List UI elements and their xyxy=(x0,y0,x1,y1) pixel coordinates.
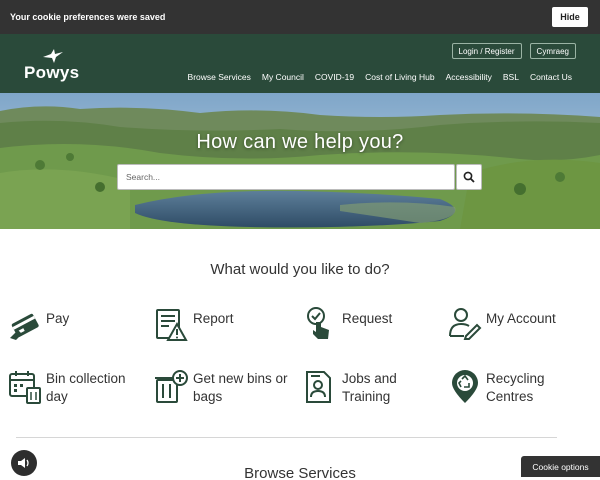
landscape-image xyxy=(0,93,600,229)
login-register-button[interactable]: Login / Register xyxy=(451,43,522,59)
tile-label-pay: Pay xyxy=(46,311,70,326)
cymraeg-button[interactable]: Cymraeg xyxy=(529,43,576,59)
tile-jobs-and-training[interactable]: Jobs and Training xyxy=(304,370,432,406)
tile-bin-collection-day[interactable]: Bin collection day xyxy=(8,370,146,406)
tile-pay[interactable]: Pay xyxy=(8,308,69,342)
report-document-icon xyxy=(156,309,188,341)
kite-bird-icon xyxy=(43,49,63,63)
hide-cookie-button[interactable]: Hide xyxy=(552,7,588,27)
card-payment-icon xyxy=(10,313,39,340)
search-button[interactable] xyxy=(456,164,482,190)
tile-label-jobs-and-training: Jobs and Training xyxy=(342,371,397,404)
search-input[interactable] xyxy=(117,164,455,190)
nav-bsl[interactable]: BSL xyxy=(503,72,519,82)
nav-browse-services[interactable]: Browse Services xyxy=(188,72,251,82)
tile-label-recycling-centres: Recycling Centres xyxy=(486,371,545,404)
nav-covid-19[interactable]: COVID-19 xyxy=(315,72,354,82)
tile-label-request: Request xyxy=(342,311,393,326)
site-header: Powys Login / Register Cymraeg Browse Se… xyxy=(0,34,600,93)
hero-banner: How can we help you? xyxy=(0,93,600,229)
search-icon xyxy=(463,171,475,183)
job-document-icon xyxy=(306,371,331,403)
nav-my-council[interactable]: My Council xyxy=(262,72,304,82)
audio-button[interactable] xyxy=(11,450,37,476)
tile-report[interactable]: Report xyxy=(155,308,234,342)
tile-label-my-account: My Account xyxy=(486,311,556,326)
nav-cost-of-living-hub[interactable]: Cost of Living Hub xyxy=(365,72,434,82)
main-nav: Browse Services My Council COVID-19 Cost… xyxy=(188,72,572,82)
divider xyxy=(16,437,557,438)
cookie-message: Your cookie preferences were saved xyxy=(10,12,166,22)
logo-text: Powys xyxy=(24,63,80,82)
search-bar xyxy=(117,164,482,190)
cookie-options-button[interactable]: Cookie options xyxy=(521,456,600,477)
section-title: What would you like to do? xyxy=(210,261,390,278)
add-bin-icon xyxy=(155,370,188,403)
user-account-icon xyxy=(449,308,482,340)
tile-get-new-bins[interactable]: Get new bins or bags xyxy=(155,370,293,406)
tile-label-bin-collection-day: Bin collection day xyxy=(46,371,126,404)
tile-label-report: Report xyxy=(193,311,234,326)
browse-services-title: Browse Services xyxy=(244,465,356,480)
recycling-location-icon xyxy=(452,370,478,403)
tap-checkmark-icon xyxy=(307,307,329,339)
tile-label-get-new-bins: Get new bins or bags xyxy=(193,371,288,404)
powys-logo[interactable]: Powys xyxy=(24,48,84,84)
tile-recycling-centres[interactable]: Recycling Centres xyxy=(448,370,566,406)
speaker-icon xyxy=(18,458,29,468)
hero-title: How can we help you? xyxy=(196,131,404,153)
calendar-bin-icon xyxy=(9,371,41,404)
cookie-banner: Your cookie preferences were saved Hide xyxy=(0,0,600,34)
tile-request[interactable]: Request xyxy=(304,306,392,340)
tile-my-account[interactable]: My Account xyxy=(448,306,556,340)
nav-accessibility[interactable]: Accessibility xyxy=(446,72,492,82)
nav-contact-us[interactable]: Contact Us xyxy=(530,72,572,82)
